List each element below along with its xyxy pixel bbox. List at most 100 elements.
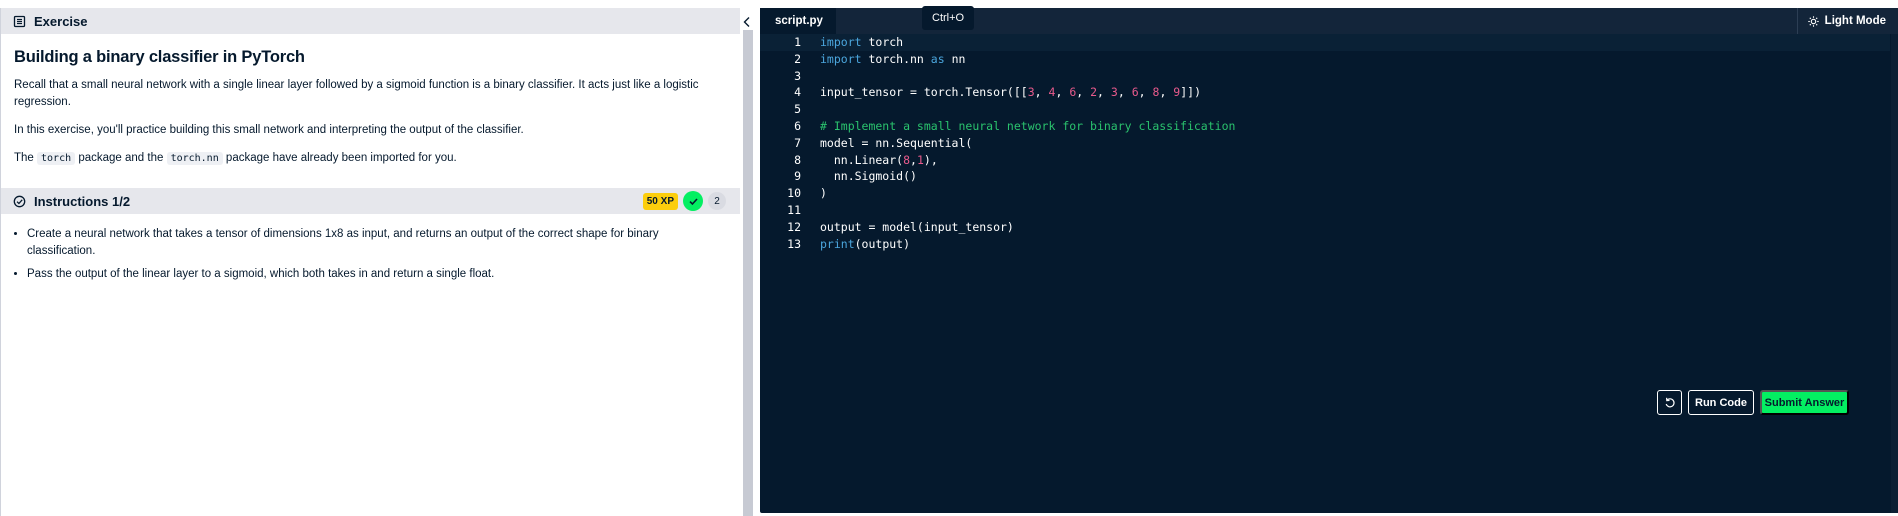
submit-answer-button[interactable]: Submit Answer xyxy=(1760,390,1849,415)
code-token: ) xyxy=(820,186,827,201)
code-line[interactable]: 4 input_tensor = torch.Tensor([[3, 4, 6, … xyxy=(760,84,1890,101)
run-code-button[interactable]: Run Code xyxy=(1688,390,1754,415)
code-token: model = nn.Sequential( xyxy=(820,135,973,150)
splitter-handle[interactable] xyxy=(743,30,753,516)
instructions-list: Create a neural network that takes a ten… xyxy=(1,214,740,283)
code-token: 9 xyxy=(1173,85,1181,100)
instructions-status: 50 XP 2 xyxy=(642,191,726,211)
exercise-paragraph-2: In this exercise, you'll practice buildi… xyxy=(14,124,524,136)
code-line[interactable]: 9 nn.Sigmoid() xyxy=(760,168,1890,185)
document-icon xyxy=(13,15,26,28)
code-token: output = model(input_tensor) xyxy=(820,219,1014,234)
code-torch-nn: torch.nn xyxy=(166,152,223,165)
code-line[interactable]: 3 xyxy=(760,68,1890,85)
exercise-header-label: Exercise xyxy=(34,13,88,29)
code-line[interactable]: 7 model = nn.Sequential( xyxy=(760,135,1890,152)
line-number: 6 xyxy=(794,118,801,133)
code-line[interactable]: 11 xyxy=(760,202,1890,219)
completed-check-icon xyxy=(683,191,703,211)
line-number: 3 xyxy=(794,68,801,83)
para3-mid: package and the xyxy=(75,152,167,164)
app-root: Exercise Building a binary classifier in… xyxy=(0,0,1898,516)
code-token: print xyxy=(820,236,855,251)
line-number: 8 xyxy=(794,152,801,167)
code-token: 6 xyxy=(1131,85,1139,100)
instructions-header: Instructions 1/2 50 XP 2 xyxy=(1,188,740,214)
line-number: 5 xyxy=(794,102,801,117)
code-token: 6 xyxy=(1069,85,1077,100)
code-token: , xyxy=(1055,85,1070,100)
editor-scrollbar[interactable] xyxy=(1891,34,1898,513)
line-number: 11 xyxy=(787,202,801,217)
line-number: 2 xyxy=(794,51,801,66)
code-token: , xyxy=(1159,85,1174,100)
line-number: 1 xyxy=(794,35,801,49)
tab-script-py[interactable]: script.py xyxy=(760,8,836,34)
code-token: nn.Sigmoid() xyxy=(820,169,917,184)
exercise-panel: Exercise Building a binary classifier in… xyxy=(0,8,740,516)
code-token: , xyxy=(1076,85,1091,100)
step-count-badge[interactable]: 2 xyxy=(708,192,726,210)
code-token: 8 xyxy=(903,152,911,167)
code-line[interactable]: 8 nn.Linear(8, 1), xyxy=(760,152,1890,169)
code-token: , xyxy=(1117,85,1132,100)
code-token: # Implement a small neural network for b… xyxy=(820,118,1236,133)
sun-icon xyxy=(1807,15,1819,27)
exercise-header: Exercise xyxy=(1,8,740,34)
code-token: import xyxy=(820,51,862,66)
shortcut-tooltip: Ctrl+O xyxy=(922,6,975,30)
code-editor-panel: script.py Ctrl+O Light Mode 1 import torc… xyxy=(760,6,1898,513)
code-token: 2 xyxy=(1090,85,1098,100)
code-line[interactable]: 1 import torch xyxy=(760,34,1890,51)
check-circle-icon xyxy=(13,195,26,208)
code-torch: torch xyxy=(37,152,76,165)
exercise-paragraph-1: Recall that a small neural network with … xyxy=(14,79,699,108)
light-mode-label: Light Mode xyxy=(1824,15,1886,27)
code-line[interactable]: 6 # Implement a small neural network for … xyxy=(760,118,1890,135)
line-number: 12 xyxy=(787,219,801,234)
instruction-item: Create a neural network that takes a ten… xyxy=(27,226,726,260)
code-token: 1 xyxy=(916,152,924,167)
line-number: 7 xyxy=(794,135,801,150)
code-token: as xyxy=(930,51,945,66)
exercise-title: Building a binary classifier in PyTorch xyxy=(14,48,305,66)
code-token: , xyxy=(910,152,917,167)
line-number: 9 xyxy=(794,169,801,184)
line-number: 13 xyxy=(787,236,801,251)
code-token: (output) xyxy=(854,236,911,251)
code-line[interactable]: 2 import torch.nn as nn xyxy=(760,51,1890,68)
line-number: 4 xyxy=(794,85,801,100)
line-number: 10 xyxy=(787,186,801,201)
code-line[interactable]: 12 output = model(input_tensor) xyxy=(760,219,1890,236)
code-token: 3 xyxy=(1027,85,1035,100)
code-token: 3 xyxy=(1110,85,1118,100)
code-line[interactable]: 13 print (output) xyxy=(760,236,1890,253)
reset-icon xyxy=(1664,397,1676,409)
exercise-context: Building a binary classifier in PyTorch … xyxy=(1,34,740,188)
code-token: torch.nn xyxy=(861,51,931,66)
code-token: , xyxy=(1138,85,1153,100)
chevron-left-icon[interactable] xyxy=(740,14,754,30)
code-token: nn xyxy=(944,51,966,66)
reset-button[interactable] xyxy=(1657,390,1682,415)
light-mode-toggle[interactable]: Light Mode xyxy=(1796,8,1898,34)
code-token: 4 xyxy=(1048,85,1056,100)
code-token: , xyxy=(1034,85,1049,100)
instruction-item: Pass the output of the linear layer to a… xyxy=(27,266,726,283)
panel-splitter[interactable] xyxy=(740,8,760,516)
code-line[interactable]: 10) xyxy=(760,185,1890,202)
exercise-paragraph-3: The torch package and the torch.nn packa… xyxy=(14,150,727,167)
para3-suffix: package have already been imported for y… xyxy=(222,152,457,164)
code-token: nn.Linear( xyxy=(820,152,904,167)
xp-badge: 50 XP xyxy=(642,192,678,210)
code-token: input_tensor = torch.Tensor([[ xyxy=(820,85,1028,100)
code-token: ), xyxy=(923,152,938,167)
para3-prefix: The xyxy=(14,152,38,164)
code-token: 8 xyxy=(1152,85,1160,100)
code-line[interactable]: 5 xyxy=(760,101,1890,118)
code-token: import xyxy=(820,35,862,49)
code-token: ]]) xyxy=(1180,85,1202,100)
code-token: , xyxy=(1097,85,1111,100)
editor-tab-bar: script.py Ctrl+O Light Mode xyxy=(760,6,1898,34)
instructions-header-label: Instructions 1/2 xyxy=(34,193,131,209)
